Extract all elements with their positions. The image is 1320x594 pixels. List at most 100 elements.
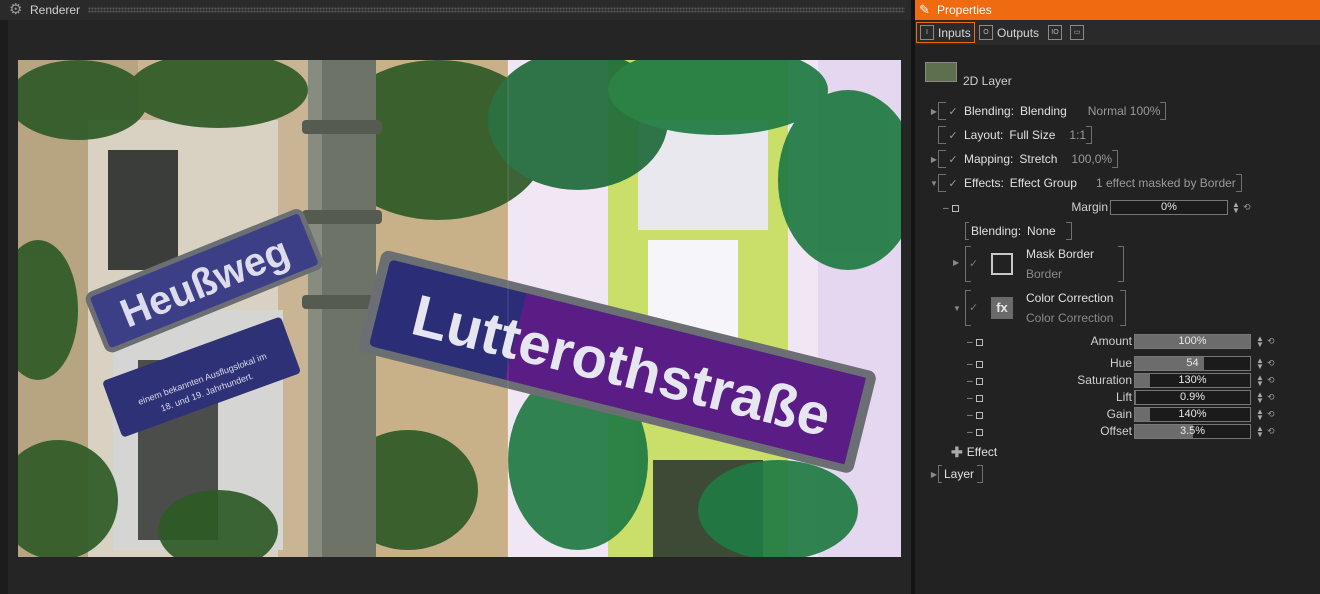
- spinner-icon[interactable]: ▲ ▼: [1256, 374, 1264, 388]
- expand-icon[interactable]: ▶: [953, 258, 959, 267]
- blending-row[interactable]: ▶ ✓ Blending: Blending Normal 100%: [930, 102, 1167, 120]
- saturation-keyframe[interactable]: –: [967, 373, 983, 389]
- inner-blending-value: None: [1027, 224, 1056, 238]
- check-icon[interactable]: ✓: [946, 177, 960, 190]
- reset-icon[interactable]: ⟲: [1267, 358, 1275, 369]
- reset-icon[interactable]: ⟲: [1267, 409, 1275, 420]
- keyframe-icon[interactable]: [951, 204, 959, 212]
- bracket-right: [1235, 174, 1242, 192]
- spinner-icon[interactable]: ▲ ▼: [1256, 408, 1264, 422]
- check-icon[interactable]: ✓: [969, 257, 978, 270]
- check-icon[interactable]: ✓: [946, 153, 960, 166]
- properties-panel: ✎ Properties I Inputs O Outputs IO ▭ 2D …: [915, 0, 1320, 594]
- amount-keyframe[interactable]: –: [967, 334, 983, 350]
- layout-label: Layout:: [964, 128, 1004, 142]
- expand-icon[interactable]: ▶: [930, 107, 938, 116]
- spinner-icon[interactable]: ▲ ▼: [1232, 201, 1240, 215]
- reset-icon[interactable]: ⟲: [1267, 375, 1275, 386]
- rendered-image: Heußweg einem bekannten Ausflugslokal im…: [18, 60, 901, 557]
- hue-slider[interactable]: 54: [1134, 356, 1251, 371]
- left-strip: [0, 20, 8, 594]
- collapse-icon[interactable]: ▼: [953, 304, 961, 313]
- properties-tabs: I Inputs O Outputs IO ▭: [915, 20, 1320, 45]
- spinner-icon[interactable]: ▲ ▼: [1256, 425, 1264, 439]
- gain-label: Gain: [1106, 407, 1132, 421]
- properties-title: Properties: [937, 3, 992, 17]
- offset-keyframe[interactable]: –: [967, 424, 983, 440]
- effects-value: Effect Group: [1009, 176, 1077, 190]
- tab-extra-2[interactable]: ▭: [1067, 22, 1087, 43]
- bracket-right: [1112, 150, 1119, 168]
- gear-icon[interactable]: ⚙: [9, 2, 25, 18]
- saturation-label: Saturation: [1077, 373, 1132, 387]
- layout-row[interactable]: ✓ Layout: Full Size 1:1: [930, 126, 1093, 144]
- tab-extra-1[interactable]: IO: [1045, 22, 1065, 43]
- reset-icon[interactable]: ⟲: [1243, 202, 1251, 213]
- add-effect-button[interactable]: ✚ Effect: [951, 444, 997, 460]
- bracket-left: [938, 102, 946, 120]
- hue-keyframe[interactable]: –: [967, 356, 983, 372]
- effects-row[interactable]: ▼ ✓ Effects: Effect Group 1 effect maske…: [930, 174, 1242, 192]
- renderer-panel: ⚙ Renderer Heußweg einem bekannten Ausfl…: [0, 0, 911, 594]
- bracket-left: [965, 222, 969, 240]
- io-icon: IO: [1048, 25, 1062, 40]
- tab-inputs[interactable]: I Inputs: [916, 22, 975, 43]
- layer-row[interactable]: ▶ Layer: [930, 465, 984, 483]
- mask-border-title[interactable]: Mask Border: [1026, 247, 1094, 261]
- renderer-title-bar[interactable]: ⚙ Renderer: [0, 0, 911, 20]
- keyframe-icon[interactable]: [975, 411, 983, 419]
- outputs-icon: O: [979, 25, 993, 40]
- bracket-right: [1120, 290, 1126, 326]
- inner-blending-row[interactable]: Blending: None: [965, 222, 1072, 240]
- lift-value: 0.9%: [1179, 391, 1206, 403]
- mapping-label: Mapping:: [964, 152, 1014, 166]
- reset-icon[interactable]: ⟲: [1267, 426, 1275, 437]
- bracket-right: [1118, 246, 1124, 282]
- margin-field[interactable]: 0%: [1110, 200, 1228, 215]
- spinner-icon[interactable]: ▲ ▼: [1256, 391, 1264, 405]
- lift-label: Lift: [1115, 390, 1132, 404]
- amount-slider[interactable]: 100%: [1134, 334, 1251, 349]
- bracket-left: [938, 174, 946, 192]
- keyframe-icon[interactable]: [975, 360, 983, 368]
- layer-thumbnail: [925, 62, 957, 82]
- keyframe-icon[interactable]: [975, 377, 983, 385]
- drag-grip[interactable]: [88, 7, 905, 13]
- spinner-icon[interactable]: ▲ ▼: [1256, 357, 1264, 371]
- keyframe-icon[interactable]: [975, 428, 983, 436]
- pencil-icon: ✎: [919, 2, 930, 17]
- saturation-slider[interactable]: 130%: [1134, 373, 1251, 388]
- properties-title-bar[interactable]: ✎ Properties: [915, 0, 1320, 20]
- spinner-icon[interactable]: ▲ ▼: [1256, 335, 1264, 349]
- lift-keyframe[interactable]: –: [967, 390, 983, 406]
- collapse-icon[interactable]: ▼: [930, 179, 938, 188]
- keyframe-icon[interactable]: [975, 338, 983, 346]
- lift-slider[interactable]: 0.9%: [1134, 390, 1251, 405]
- reset-icon[interactable]: ⟲: [1267, 392, 1275, 403]
- inner-blending-label: Blending:: [971, 224, 1022, 238]
- tab-outputs[interactable]: O Outputs: [976, 22, 1042, 43]
- check-icon[interactable]: ✓: [946, 129, 960, 142]
- layout-icon: ▭: [1070, 25, 1084, 40]
- check-icon[interactable]: ✓: [969, 301, 978, 314]
- renderer-title: Renderer: [30, 3, 81, 17]
- bracket-left: [938, 465, 942, 483]
- gain-slider[interactable]: 140%: [1134, 407, 1251, 422]
- amount-label: Amount: [1090, 334, 1132, 348]
- mapping-row[interactable]: ▶ ✓ Mapping: Stretch 100,0%: [930, 150, 1119, 168]
- mask-border-icon: [991, 253, 1013, 275]
- expand-icon[interactable]: ▶: [930, 155, 938, 164]
- reset-icon[interactable]: ⟲: [1267, 336, 1275, 347]
- keyframe-icon[interactable]: [975, 394, 983, 402]
- tab-inputs-label: Inputs: [938, 25, 971, 40]
- offset-slider[interactable]: 3.5%: [1134, 424, 1251, 439]
- fx-icon: fx: [991, 297, 1013, 319]
- expand-icon[interactable]: ▶: [930, 470, 938, 479]
- color-correction-title[interactable]: Color Correction: [1026, 291, 1113, 305]
- check-icon[interactable]: ✓: [946, 105, 960, 118]
- margin-keyframe[interactable]: –: [943, 200, 959, 216]
- bracket-right: [1160, 102, 1167, 120]
- render-viewport[interactable]: Heußweg einem bekannten Ausflugslokal im…: [18, 60, 901, 557]
- gain-keyframe[interactable]: –: [967, 407, 983, 423]
- inputs-icon: I: [920, 25, 934, 40]
